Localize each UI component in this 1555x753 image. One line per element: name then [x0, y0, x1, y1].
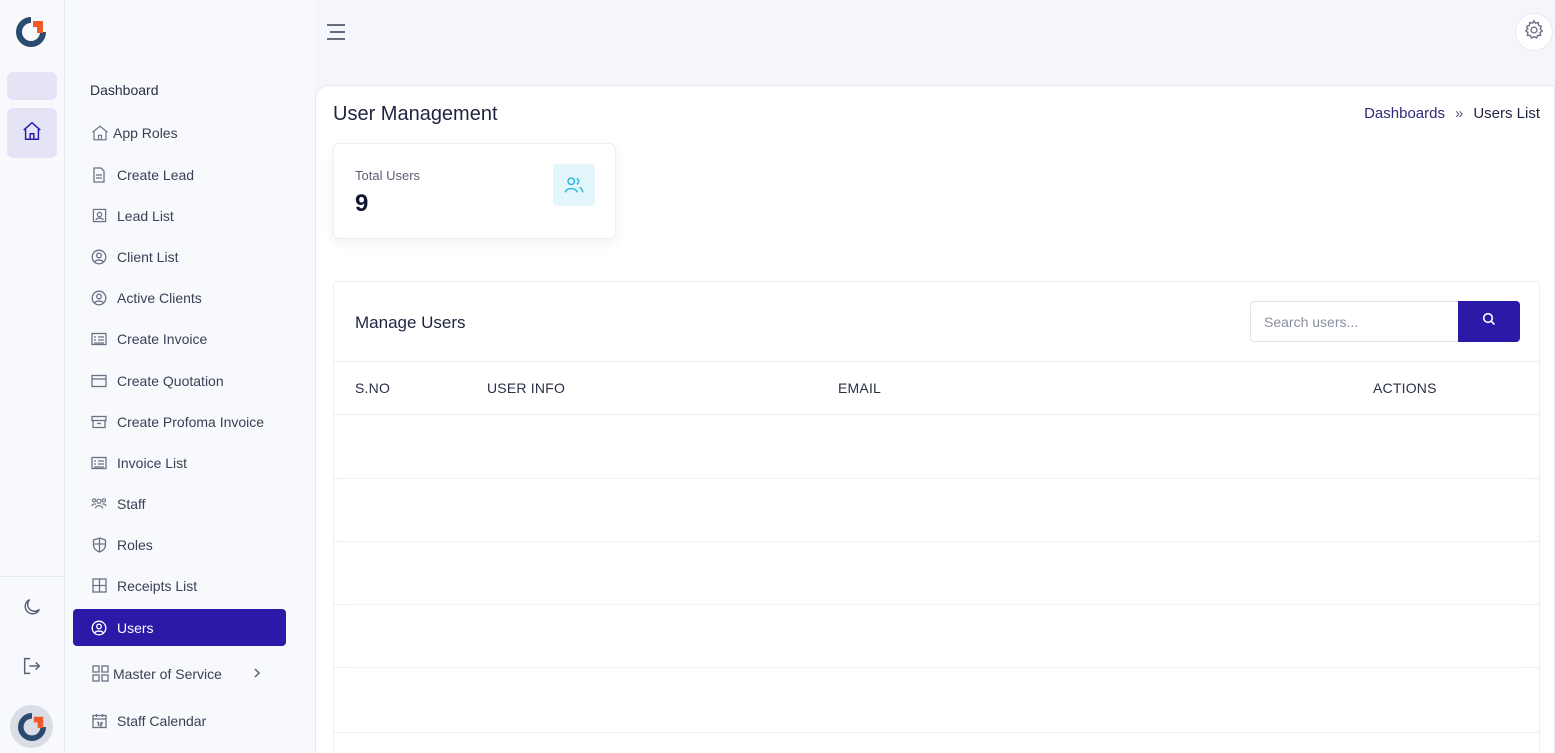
- archive-icon: [91, 414, 107, 430]
- sidebar-item-app-roles[interactable]: App Roles: [73, 114, 286, 151]
- table-row-divider: [1525, 667, 1539, 668]
- user-circle-icon: [91, 290, 107, 306]
- manage-users-panel: Manage Users S.NO USER INFO EMAIL ACTION…: [333, 281, 1541, 753]
- table-row-divider: [1525, 541, 1539, 542]
- page-title: User Management: [333, 103, 498, 125]
- main-content: User Management Dashboards » Users List …: [315, 85, 1555, 753]
- table-row-divider: [334, 604, 348, 605]
- table-row-divider: [1525, 478, 1539, 479]
- column-header-email[interactable]: EMAIL: [838, 380, 881, 396]
- sidebar-item-label: Master of Service: [113, 665, 222, 682]
- sidebar-item-staff[interactable]: Staff: [73, 485, 286, 522]
- table-header: S.NO USER INFO EMAIL ACTIONS: [334, 361, 1541, 415]
- breadcrumb-separator: »: [1454, 105, 1464, 122]
- avatar[interactable]: [10, 705, 53, 748]
- sidebar-header: Dashboard: [90, 82, 159, 98]
- table-row-divider: [334, 541, 1541, 542]
- theme-toggle-button[interactable]: [17, 594, 47, 624]
- table-row-divider: [334, 667, 348, 668]
- sidebar-item-label: Create Profoma Invoice: [117, 413, 265, 430]
- table-row-divider: [334, 667, 1541, 668]
- settings-button[interactable]: [1515, 13, 1553, 51]
- app-logo[interactable]: [16, 17, 46, 47]
- chevron-right-icon: [250, 666, 264, 680]
- rail-home-button[interactable]: [7, 108, 57, 158]
- sidebar-item-label: Users: [117, 619, 154, 636]
- contact-card-icon: [91, 208, 107, 224]
- table-row-divider: [1525, 604, 1539, 605]
- sidebar-item-users[interactable]: Users: [73, 609, 286, 646]
- breadcrumb-dashboards-link[interactable]: Dashboards: [1364, 105, 1445, 122]
- receipt-icon: [91, 455, 107, 471]
- sidebar-item-create-invoice[interactable]: Create Invoice: [73, 320, 286, 357]
- home-icon: [21, 120, 43, 147]
- document-icon: [91, 166, 107, 183]
- sidebar-item-master-of-service[interactable]: Master of Service: [73, 655, 286, 692]
- total-users-card: Total Users 9: [333, 143, 616, 239]
- search-icon: [1482, 312, 1496, 331]
- sidebar-item-receipts-list[interactable]: Receipts List: [73, 567, 286, 604]
- total-users-label: Total Users: [355, 168, 421, 183]
- search-input[interactable]: [1250, 301, 1458, 342]
- sidebar-item-label: Receipts List: [117, 577, 198, 594]
- logout-icon: [21, 655, 43, 682]
- table-row-divider: [334, 541, 348, 542]
- sidebar-item-label: App Roles: [113, 124, 178, 141]
- sidebar-item-label: Create Quotation: [117, 372, 224, 389]
- user-circle-icon: [91, 249, 107, 265]
- table-row-divider: [334, 478, 1541, 479]
- table-row-divider: [334, 478, 348, 479]
- moon-icon: [21, 596, 43, 623]
- sidebar-item-client-list[interactable]: Client List: [73, 238, 286, 275]
- logout-button[interactable]: [17, 653, 47, 683]
- total-users-value: 9: [355, 190, 369, 217]
- window-icon: [91, 373, 107, 389]
- rail-placeholder: [7, 72, 57, 100]
- apps-icon: [91, 665, 109, 682]
- rail-divider: [0, 576, 65, 577]
- sidebar-item-label: Client List: [117, 248, 179, 265]
- sidebar-item-label: Staff: [117, 495, 146, 512]
- shield-icon: [91, 536, 107, 553]
- table-footer: [334, 732, 1541, 733]
- icon-rail: [0, 0, 65, 753]
- panel-title: Manage Users: [355, 313, 466, 332]
- table-row-divider: [334, 604, 1541, 605]
- sidebar-item-label: Invoice List: [117, 454, 188, 471]
- breadcrumb: Dashboards » Users List: [1364, 105, 1540, 122]
- sidebar-item-active-clients[interactable]: Active Clients: [73, 279, 286, 316]
- people-icon: [91, 496, 107, 512]
- column-header-user-info[interactable]: USER INFO: [487, 380, 565, 396]
- sidebar: Dashboard App Roles Create Lead Lead Lis…: [65, 0, 315, 753]
- sidebar-item-create-quotation[interactable]: Create Quotation: [73, 362, 286, 399]
- sidebar-item-lead-list[interactable]: Lead List: [73, 197, 286, 234]
- menu-toggle-button[interactable]: [326, 23, 346, 41]
- column-header-actions[interactable]: ACTIONS: [1373, 380, 1437, 396]
- user-circle-icon: [91, 620, 107, 636]
- column-header-sno[interactable]: S.NO: [355, 380, 390, 396]
- sidebar-item-create-lead[interactable]: Create Lead: [73, 156, 286, 193]
- sidebar-item-create-profoma-invoice[interactable]: Create Profoma Invoice: [73, 403, 286, 440]
- users-icon: [553, 164, 595, 206]
- sidebar-item-label: Create Invoice: [117, 330, 208, 347]
- sidebar-item-roles[interactable]: Roles: [73, 526, 286, 563]
- receipt-icon: [91, 331, 107, 347]
- calendar-icon: [91, 713, 107, 729]
- grid-icon: [91, 578, 107, 594]
- sidebar-item-staff-calendar[interactable]: Staff Calendar: [73, 702, 286, 739]
- sidebar-item-label: Staff Calendar: [117, 712, 207, 729]
- hamburger-icon: [326, 24, 346, 45]
- sidebar-item-invoice-list[interactable]: Invoice List: [73, 444, 286, 481]
- breadcrumb-current: Users List: [1473, 105, 1540, 122]
- home-icon: [91, 125, 109, 141]
- sidebar-item-label: Roles: [117, 536, 153, 553]
- sidebar-item-label: Active Clients: [117, 289, 202, 306]
- gear-icon: [1523, 19, 1545, 46]
- sidebar-item-label: Create Lead: [117, 166, 195, 183]
- search-button[interactable]: [1458, 301, 1520, 342]
- sidebar-item-label: Lead List: [117, 207, 174, 224]
